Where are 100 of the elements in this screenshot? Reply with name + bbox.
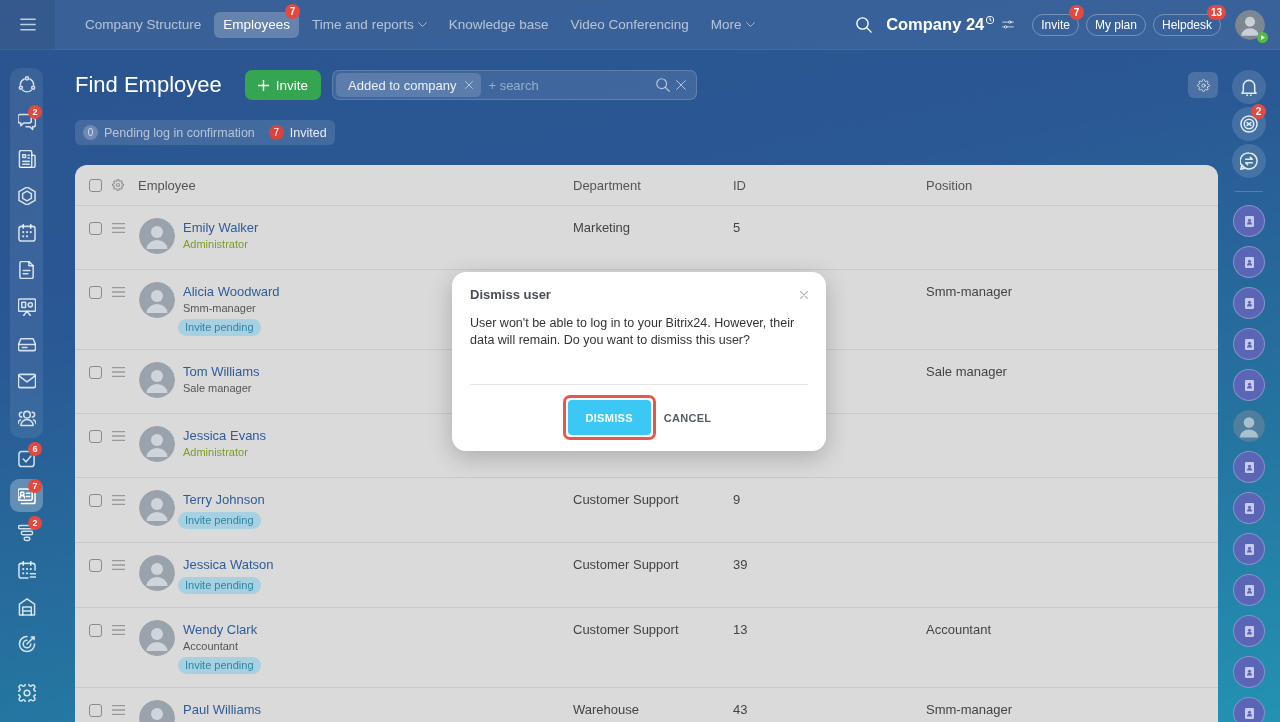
count-badge: 2 <box>1251 104 1266 119</box>
column-header[interactable]: Employee <box>138 177 573 193</box>
checkbox[interactable] <box>89 286 102 299</box>
invite-status-tag: Invite pending <box>178 319 261 336</box>
contact-avatar[interactable] <box>1233 205 1265 237</box>
id-cell-text: 5 <box>733 219 742 237</box>
position-cell-text: Smm-manager <box>926 701 1013 719</box>
contact-avatar[interactable] <box>1233 328 1265 360</box>
employee-name[interactable]: Alicia Woodward <box>183 283 280 301</box>
employee-name[interactable]: Paul Williams <box>183 701 261 719</box>
page-title: Find Employee <box>75 72 222 98</box>
column-header[interactable]: ID <box>733 177 926 193</box>
department-cell-text: Customer Support <box>573 491 680 509</box>
employee-name[interactable]: Jessica Watson <box>183 556 274 574</box>
three-lines-icon[interactable] <box>112 625 125 635</box>
tool-button[interactable] <box>1232 70 1266 104</box>
column-header[interactable]: Department <box>573 177 733 193</box>
nav-tab[interactable]: Video Conferencing <box>561 11 698 38</box>
department-cell-text: Customer Support <box>573 556 680 574</box>
checkbox[interactable] <box>89 430 102 443</box>
tool-button[interactable] <box>1232 144 1266 178</box>
settings-icon <box>17 683 36 702</box>
employee-name[interactable]: Wendy Clark <box>183 621 258 639</box>
nav-tab[interactable]: Company Structure <box>76 11 211 38</box>
contact-avatar[interactable] <box>1233 246 1265 278</box>
three-lines-icon[interactable] <box>112 367 125 377</box>
rings-icon <box>1240 115 1258 133</box>
contact-book-icon <box>1244 502 1254 514</box>
count-badge: 13 <box>1206 4 1226 20</box>
column-header[interactable]: Position <box>926 177 1218 193</box>
contact-avatar[interactable] <box>1233 287 1265 319</box>
close-icon[interactable] <box>800 291 808 299</box>
checkbox[interactable] <box>89 366 102 379</box>
contact-avatar[interactable] <box>1233 615 1265 647</box>
search-icon[interactable] <box>856 16 873 33</box>
contact-book-icon <box>1244 584 1254 596</box>
contact-book-icon <box>1244 379 1254 391</box>
employee-name[interactable]: Jessica Evans <box>183 427 267 445</box>
checkbox[interactable] <box>89 178 102 192</box>
warehouse-icon <box>17 597 36 616</box>
employee-name[interactable]: Emily Walker <box>183 219 259 237</box>
play-icon <box>1257 31 1268 43</box>
nav-tab[interactable]: Knowledge base <box>439 11 558 38</box>
checkbox[interactable] <box>89 559 102 572</box>
count-badge: 7 <box>268 125 284 140</box>
counter-filter[interactable]: 0 Pending log in confirmation <box>83 125 255 140</box>
contact-avatar[interactable] <box>1233 656 1265 688</box>
employee-role: Smm-manager <box>183 301 256 316</box>
settings-icon <box>1196 78 1210 92</box>
counter-filter[interactable]: 7 Invited <box>268 125 327 140</box>
three-lines-icon[interactable] <box>112 560 125 570</box>
contact-avatar[interactable] <box>1233 533 1265 565</box>
checkbox[interactable] <box>89 494 102 507</box>
cancel-button[interactable]: CANCEL <box>659 400 716 435</box>
contact-avatar[interactable] <box>1233 451 1265 483</box>
checkbox[interactable] <box>89 222 102 235</box>
checkbox[interactable] <box>89 624 102 637</box>
employee-role: Administrator <box>183 237 248 252</box>
nav-tab[interactable]: Time and reports <box>303 11 436 38</box>
avatar-silhouette-icon <box>139 620 175 656</box>
sidebar-item[interactable]: 7 <box>10 479 43 512</box>
menu-button[interactable] <box>0 0 55 50</box>
sidebar-item[interactable]: 6 <box>10 442 43 475</box>
contact-avatar[interactable] <box>1233 697 1265 722</box>
sidebar-item[interactable]: 2 <box>10 516 43 549</box>
filter-tag[interactable]: Added to company <box>336 73 482 97</box>
people-icon <box>17 408 36 427</box>
three-lines-icon[interactable] <box>112 223 125 233</box>
presentation-board-icon <box>17 297 36 316</box>
three-lines-icon[interactable] <box>112 431 125 441</box>
checkbox[interactable] <box>89 704 102 717</box>
hexagon-icon <box>17 186 36 205</box>
avatar-silhouette-icon[interactable] <box>1233 410 1265 442</box>
contact-avatar[interactable] <box>1233 492 1265 524</box>
invite-button[interactable]: Invite <box>244 70 322 100</box>
position-cell-text: Sale manager <box>926 363 1008 381</box>
position-cell-text: Accountant <box>926 621 993 639</box>
contact-book-icon <box>1244 338 1254 350</box>
settings-button[interactable] <box>1188 72 1218 98</box>
settings-icon[interactable] <box>112 179 124 191</box>
contact-book-icon <box>1244 707 1254 719</box>
contact-avatar[interactable] <box>1233 574 1265 606</box>
three-lines-icon[interactable] <box>112 495 125 505</box>
contact-avatar[interactable] <box>1233 369 1265 401</box>
three-lines-icon[interactable] <box>112 287 125 297</box>
count-badge: 7 <box>285 3 301 19</box>
employee-name[interactable]: Terry Johnson <box>183 491 265 509</box>
company-name: Company 24 <box>886 15 985 34</box>
contact-book-icon <box>1244 215 1254 227</box>
sidebar-item[interactable]: 2 <box>10 105 43 138</box>
employee-name[interactable]: Tom Williams <box>183 363 260 381</box>
avatar-silhouette-icon[interactable] <box>1235 9 1265 40</box>
three-lines-icon[interactable] <box>112 705 125 715</box>
clock-icon <box>986 16 995 24</box>
search-icon[interactable] <box>656 78 671 92</box>
contact-book-icon <box>1244 297 1254 309</box>
search-field[interactable]: Added to company + search <box>332 70 698 100</box>
nav-tab[interactable]: More <box>701 11 764 38</box>
sliders-icon[interactable] <box>1002 20 1015 29</box>
employee-role: Administrator <box>183 445 248 460</box>
